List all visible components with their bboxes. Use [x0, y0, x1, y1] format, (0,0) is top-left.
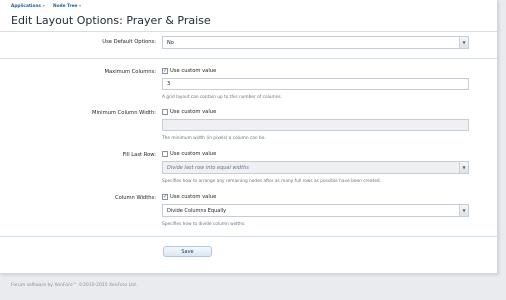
content-panel: Applications Node Tree Edit Layout Optio…	[0, 0, 498, 274]
chevron-down-icon: ▼	[459, 162, 468, 173]
fill-last-row-checkbox-label: Use custom value	[170, 151, 217, 157]
column-widths-hint: Specifies how to divide column widths.	[162, 222, 246, 227]
fill-last-row-select[interactable]: Divide last row into equal widths ▼	[162, 161, 469, 174]
fill-last-row-value: Divide last row into equal widths	[167, 164, 249, 171]
use-default-options-value: No	[167, 39, 174, 46]
breadcrumb-node-tree[interactable]: Node Tree	[53, 4, 81, 9]
chevron-down-icon: ▼	[459, 205, 468, 216]
column-widths-checkbox-label: Use custom value	[170, 194, 217, 200]
minimum-column-width-label: Minimum Column Width:	[91, 110, 156, 116]
use-default-options-select[interactable]: No ▼	[162, 36, 469, 49]
checkbox-icon[interactable]	[162, 109, 168, 115]
maximum-columns-custom-checkbox[interactable]: ✓ Use custom value	[162, 68, 216, 74]
section-divider	[0, 58, 497, 59]
maximum-columns-hint: A grid layout can contain up to this num…	[162, 95, 283, 100]
column-widths-label: Column Widths:	[114, 195, 156, 201]
footer-copyright: Forum software by XenForo™ ©2010-2015 Xe…	[11, 283, 138, 288]
fill-last-row-label: Fill Last Row:	[122, 152, 156, 158]
column-widths-select[interactable]: Divide Columns Equally ▼	[162, 204, 469, 217]
minimum-column-width-checkbox-label: Use custom value	[170, 109, 217, 115]
minimum-column-width-custom-checkbox[interactable]: Use custom value	[162, 109, 216, 115]
use-default-options-label: Use Default Options:	[102, 39, 156, 45]
fill-last-row-custom-checkbox[interactable]: Use custom value	[162, 151, 216, 157]
maximum-columns-checkbox-label: Use custom value	[170, 68, 217, 74]
breadcrumb: Applications Node Tree	[11, 4, 81, 9]
form-footer-divider	[0, 236, 497, 237]
checkbox-icon[interactable]	[162, 151, 168, 157]
minimum-column-width-hint: The minimum width (in pixels) a column c…	[162, 136, 266, 141]
maximum-columns-value: 3	[167, 81, 171, 87]
minimum-column-width-input[interactable]	[162, 119, 469, 131]
breadcrumb-applications[interactable]: Applications	[11, 4, 45, 9]
checkmark-icon[interactable]: ✓	[162, 194, 168, 200]
save-button[interactable]: Save	[163, 246, 212, 257]
page-title: Edit Layout Options: Prayer & Praise	[11, 14, 211, 27]
column-widths-custom-checkbox[interactable]: ✓ Use custom value	[162, 194, 216, 200]
chevron-down-icon: ▼	[459, 37, 468, 48]
fill-last-row-hint: Specifies how to arrange any remaining n…	[162, 179, 381, 184]
column-widths-value: Divide Columns Equally	[167, 207, 227, 214]
checkmark-icon[interactable]: ✓	[162, 68, 168, 74]
maximum-columns-input[interactable]: 3	[162, 78, 469, 90]
header-divider	[0, 31, 497, 32]
maximum-columns-label: Maximum Columns:	[104, 69, 156, 75]
